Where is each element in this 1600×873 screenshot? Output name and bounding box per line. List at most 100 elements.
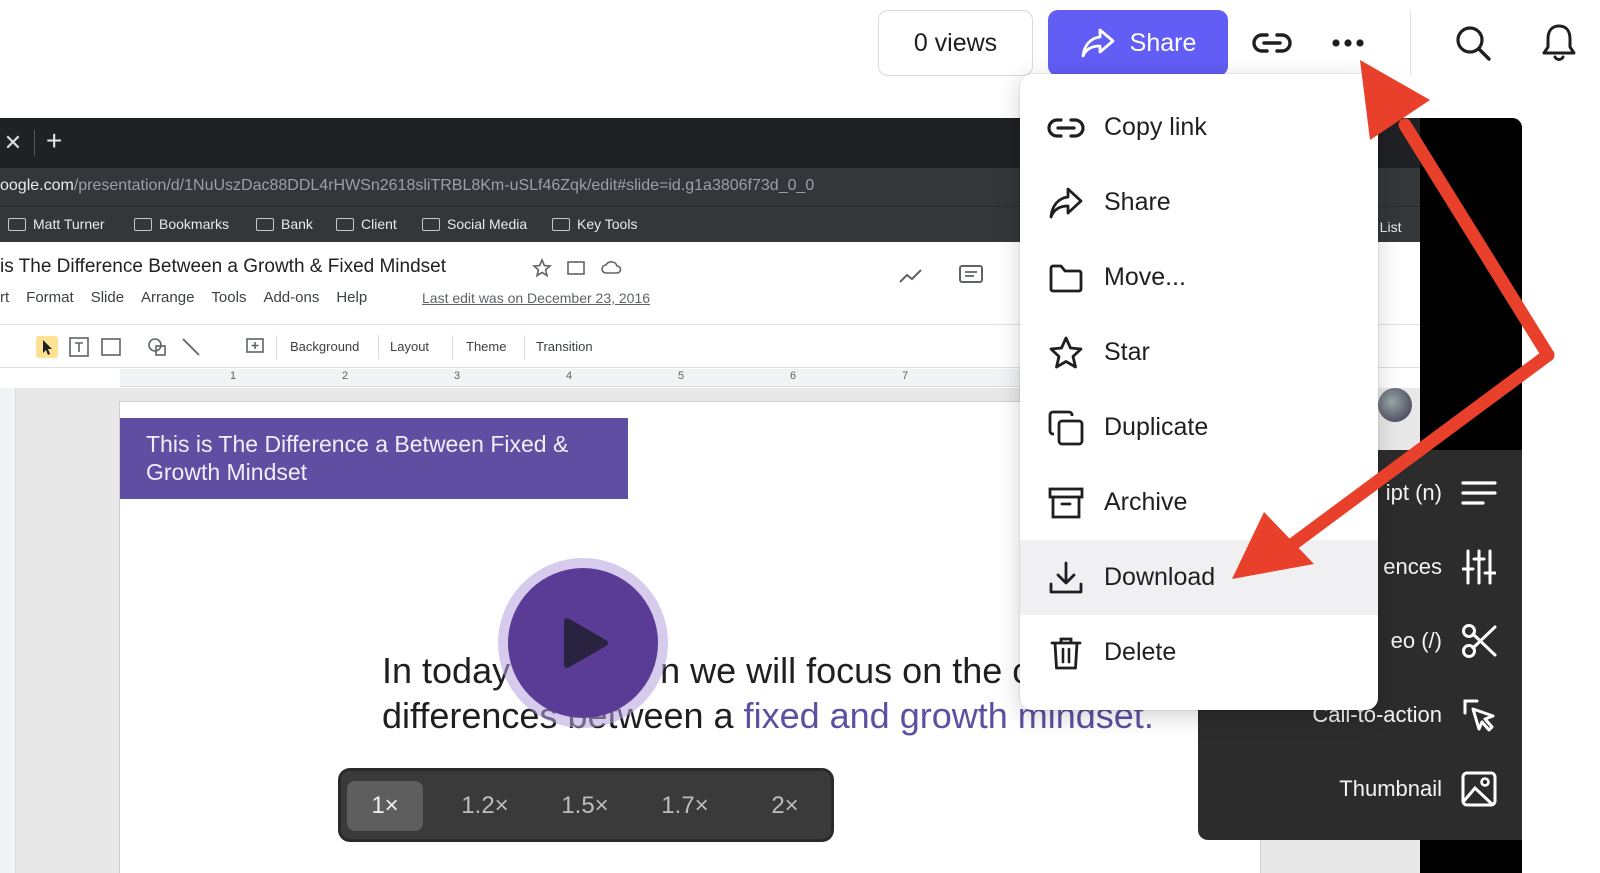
menu-item[interactable]: Slide <box>91 289 124 306</box>
ruler-number: 3 <box>454 370 461 382</box>
text-box-icon[interactable] <box>68 336 90 358</box>
menu-share[interactable]: Share <box>1020 165 1378 240</box>
star-icon <box>532 258 552 278</box>
bookmark-item[interactable]: Social Media <box>422 216 527 232</box>
views-count-button[interactable]: 0 views <box>878 10 1033 76</box>
shape-icon[interactable] <box>146 336 168 358</box>
menu-download[interactable]: Download <box>1020 540 1378 615</box>
more-dots-icon <box>1332 39 1364 47</box>
cloud-icon <box>601 261 622 274</box>
trash-icon <box>1046 633 1086 673</box>
toolbar-separator <box>524 335 525 359</box>
toolbar-separator <box>378 335 379 359</box>
search-button[interactable] <box>1450 20 1496 66</box>
link-icon <box>1046 108 1086 148</box>
play-icon <box>564 618 608 668</box>
playback-speed-bar: 1× 1.2× 1.5× 1.7× 2× <box>338 768 834 842</box>
trend-icon <box>899 269 922 283</box>
speed-option[interactable]: 1.5× <box>547 781 623 831</box>
transition-button[interactable]: Transition <box>536 339 593 354</box>
duplicate-icon <box>1046 408 1086 448</box>
more-options-menu: Copy link Share Move... Star Duplicate A… <box>1020 74 1378 710</box>
menu-item[interactable]: Format <box>26 289 74 306</box>
folder-icon <box>336 217 354 231</box>
tab-separator <box>34 130 35 156</box>
menu-duplicate[interactable]: Duplicate <box>1020 390 1378 465</box>
select-cursor-icon[interactable] <box>36 336 58 358</box>
last-edit-link[interactable]: Last edit was on December 23, 2016 <box>422 290 650 306</box>
image-icon <box>1460 770 1498 808</box>
menu-item[interactable]: rt <box>0 289 9 306</box>
new-tab-icon[interactable]: + <box>46 126 62 156</box>
menu-delete[interactable]: Delete <box>1020 615 1378 690</box>
menu-item[interactable]: Arrange <box>141 289 194 306</box>
bookmark-item[interactable]: Bank <box>256 216 313 232</box>
slide-title-banner: This is The Difference a Between Fixed &… <box>120 418 628 499</box>
menu-item[interactable]: Tools <box>211 289 246 306</box>
play-button[interactable] <box>508 568 658 718</box>
bookmark-item[interactable]: Key Tools <box>552 216 637 232</box>
bookmark-item[interactable]: Client <box>336 216 397 232</box>
menu-item[interactable]: Help <box>336 289 367 306</box>
notifications-button[interactable] <box>1536 20 1582 66</box>
folder-icon <box>256 217 274 231</box>
folder-icon <box>134 217 152 231</box>
move-folder-icon <box>567 261 585 275</box>
share-button-label: Share <box>1129 28 1197 57</box>
menu-star[interactable]: Star <box>1020 315 1378 390</box>
vertical-ruler <box>0 388 16 873</box>
header-divider <box>1410 10 1411 76</box>
bookmark-item[interactable]: Matt Turner <box>8 216 105 232</box>
search-icon <box>1456 26 1491 61</box>
more-options-button[interactable] <box>1326 22 1370 64</box>
slides-menu-bar: rt Format Slide Arrange Tools Add-ons He… <box>0 289 367 306</box>
menu-item[interactable]: Add-ons <box>263 289 319 306</box>
transcript-item[interactable]: ipt (n) <box>1386 474 1498 512</box>
tab-close-icon[interactable]: ✕ <box>0 130 26 156</box>
background-button[interactable]: Background <box>290 339 359 354</box>
edit-video-item[interactable]: eo (/) <box>1391 622 1498 660</box>
ruler-number: 5 <box>678 370 685 382</box>
folder-icon <box>8 217 26 231</box>
menu-copy-link[interactable]: Copy link <box>1020 90 1378 165</box>
copy-link-button[interactable] <box>1250 22 1294 64</box>
loom-video-page: 0 views Share ✕ + oogle.com/presentation… <box>0 0 1600 873</box>
presentation-title: is The Difference Between a Growth & Fix… <box>0 256 447 277</box>
link-icon <box>1252 33 1292 53</box>
archive-icon <box>1046 483 1086 523</box>
toolbar-separator <box>452 335 453 359</box>
ruler-number: 6 <box>790 370 797 382</box>
speed-option[interactable]: 1× <box>347 781 423 831</box>
line-icon[interactable] <box>180 336 202 358</box>
views-count-label: 0 views <box>913 28 998 57</box>
toolbar-separator <box>276 335 277 359</box>
cursor-click-icon <box>1460 696 1498 734</box>
add-comment-icon[interactable] <box>244 336 266 358</box>
ruler-number: 7 <box>902 370 909 382</box>
scissors-icon <box>1460 622 1498 660</box>
ruler-number: 2 <box>342 370 349 382</box>
url-text: oogle.com/presentation/d/1NuUszDac88DDL4… <box>0 177 815 194</box>
folder-icon <box>552 217 570 231</box>
folder-icon <box>422 217 440 231</box>
share-button[interactable]: Share <box>1048 10 1228 76</box>
star-icon <box>1046 333 1086 373</box>
speed-option[interactable]: 1.7× <box>647 781 723 831</box>
avatar[interactable] <box>1378 388 1412 422</box>
download-icon <box>1046 558 1086 598</box>
menu-archive[interactable]: Archive <box>1020 465 1378 540</box>
share-arrow-icon <box>1046 183 1086 223</box>
speed-option[interactable]: 1.2× <box>447 781 523 831</box>
share-arrow-icon <box>1081 28 1115 58</box>
bookmark-item[interactable]: Bookmarks <box>134 216 229 232</box>
layout-button[interactable]: Layout <box>390 339 429 354</box>
theme-button[interactable]: Theme <box>466 339 506 354</box>
preferences-item[interactable]: ences <box>1383 548 1498 586</box>
menu-move[interactable]: Move... <box>1020 240 1378 315</box>
image-insert-icon[interactable] <box>100 336 122 358</box>
sliders-icon <box>1460 548 1498 586</box>
folder-icon <box>1046 258 1086 298</box>
comment-icon <box>959 265 983 283</box>
speed-option[interactable]: 2× <box>747 781 823 831</box>
thumbnail-item[interactable]: Thumbnail <box>1339 770 1498 808</box>
